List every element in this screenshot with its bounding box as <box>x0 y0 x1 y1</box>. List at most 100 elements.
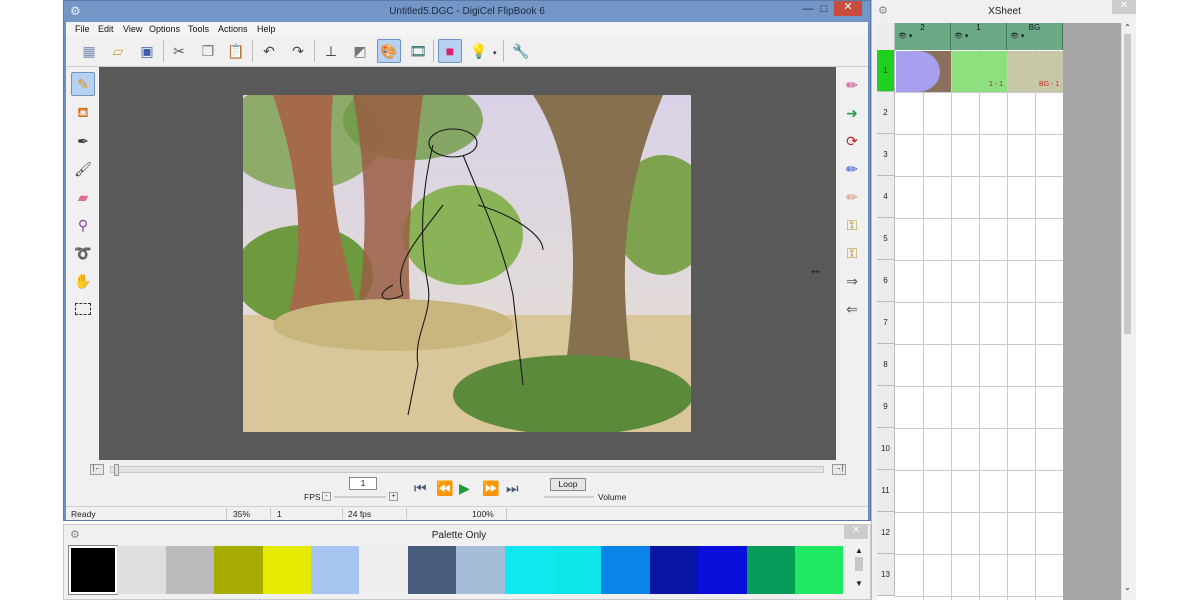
ink-brush-icon[interactable]: ✒ <box>71 129 95 153</box>
key-arrow-left-icon[interactable]: ⇐ <box>840 297 864 321</box>
palette-swatch[interactable] <box>359 546 408 594</box>
palette-swatch[interactable] <box>553 546 602 594</box>
drawing-canvas-area[interactable]: ↔ <box>99 67 836 460</box>
first-frame-icon[interactable]: ⏮ <box>414 480 427 497</box>
stamp-icon[interactable]: ⊥ <box>319 39 343 63</box>
rewind-icon[interactable]: ⏪ <box>436 480 453 497</box>
eye-icon[interactable]: 👁 ▾ <box>1007 32 1062 40</box>
palette-swatch[interactable] <box>746 546 795 594</box>
timeline-slider[interactable] <box>110 464 824 476</box>
film-icon[interactable]: 🎞 <box>406 39 430 63</box>
xsheet-close-button[interactable]: ✕ <box>1112 0 1136 14</box>
palette-swatch[interactable] <box>456 546 505 594</box>
menu-actions[interactable]: Actions <box>218 24 248 34</box>
dropdown-arrow-icon[interactable]: ▾ <box>493 49 497 57</box>
loop-button[interactable]: Loop <box>550 478 586 491</box>
palette-swatch[interactable] <box>311 546 360 594</box>
cell-bg-frame1[interactable]: BG - 1 <box>1008 51 1063 92</box>
row-number[interactable]: 12 <box>877 512 895 554</box>
maximize-button[interactable]: □ <box>817 3 831 17</box>
palette-swatch[interactable] <box>795 546 844 594</box>
go-end-button[interactable]: →| <box>832 464 846 475</box>
undo-icon[interactable]: ↶ <box>257 39 281 63</box>
row-number[interactable]: 4 <box>877 176 895 218</box>
hand-icon[interactable]: ✋ <box>71 269 95 293</box>
eraser-swap-icon[interactable]: ✏ <box>840 185 864 209</box>
menu-help[interactable]: Help <box>257 24 276 34</box>
xsheet-grid[interactable]: 2 👁 ▾ 1 👁 ▾ BG 👁 ▾ 1 2 3 4 5 6 7 8 9 10 11 12 13 1 -… <box>877 23 1063 600</box>
menu-edit[interactable]: Edit <box>98 24 114 34</box>
scroll-up-icon[interactable]: ▲ <box>853 546 865 555</box>
column-header-1[interactable]: 1 👁 ▾ <box>951 23 1007 50</box>
xsheet-scrollbar[interactable]: ⌃ ⌄ <box>1121 23 1133 600</box>
cut-icon[interactable]: ✂ <box>167 39 191 63</box>
palette-swatch[interactable] <box>67 545 119 595</box>
volume-slider[interactable] <box>544 496 594 498</box>
row-number[interactable]: 8 <box>877 344 895 386</box>
dropper-icon[interactable]: ⚲ <box>71 213 95 237</box>
cell-col2-frame1[interactable] <box>896 51 951 92</box>
row-number[interactable]: 3 <box>877 134 895 176</box>
lasso-icon[interactable]: ➰ <box>71 241 95 265</box>
last-frame-icon[interactable]: ⏭ <box>506 480 519 497</box>
save-icon[interactable]: ▣ <box>135 39 159 63</box>
title-bar[interactable]: ⚙ Untitled5.DGC - DigiCel FlipBook 6 — □… <box>64 1 870 22</box>
menu-tools[interactable]: Tools <box>188 24 209 34</box>
scroll-down-icon[interactable]: ⌄ <box>1122 583 1133 592</box>
key-remove-icon[interactable]: ⚿ <box>840 213 864 237</box>
xsheet-scroll-thumb[interactable] <box>1124 34 1131 334</box>
paint-bucket-icon[interactable]: ⛾ <box>71 101 95 125</box>
palette-swatch[interactable] <box>407 546 457 594</box>
close-button[interactable]: ✕ <box>834 1 862 16</box>
pencil-icon[interactable]: ✎ <box>71 72 95 96</box>
fps-slider[interactable] <box>334 496 386 498</box>
redo-icon[interactable]: ↷ <box>286 39 310 63</box>
color-card-icon[interactable]: ■ <box>438 39 462 63</box>
wrench-icon[interactable]: 🔧 <box>509 39 533 63</box>
eraser-icon[interactable]: ◩ <box>348 39 372 63</box>
paste-icon[interactable]: 📋 <box>224 39 248 63</box>
row-number[interactable]: 6 <box>877 260 895 302</box>
cell-col1-frame1[interactable]: 1 - 1 <box>952 51 1007 92</box>
paint-swap-icon[interactable]: ⟳ <box>840 129 864 153</box>
fast-forward-icon[interactable]: ⏩ <box>482 480 499 497</box>
open-icon[interactable]: ▱ <box>106 39 130 63</box>
palette-close-button[interactable]: ✕ <box>844 525 868 539</box>
palette-swatch[interactable] <box>649 546 699 594</box>
scroll-up-icon[interactable]: ⌃ <box>1122 23 1133 32</box>
copy-icon[interactable]: ❐ <box>196 39 220 63</box>
go-start-button[interactable]: |← <box>90 464 104 475</box>
paint-palette-icon[interactable]: 🎨 <box>377 39 401 63</box>
key-arrow-right-icon[interactable]: ⇒ <box>840 269 864 293</box>
drawing-canvas[interactable] <box>243 95 691 432</box>
palette-swatch[interactable] <box>214 546 263 594</box>
row-number[interactable]: 10 <box>877 428 895 470</box>
row-number[interactable]: 7 <box>877 302 895 344</box>
palette-swatch[interactable] <box>601 546 650 594</box>
fps-minus-button[interactable]: - <box>322 492 331 501</box>
column-header-bg[interactable]: BG 👁 ▾ <box>1007 23 1063 50</box>
palette-swatch[interactable] <box>117 546 166 594</box>
menu-options[interactable]: Options <box>149 24 180 34</box>
fps-plus-button[interactable]: + <box>389 492 398 501</box>
column-header-2[interactable]: 2 👁 ▾ <box>895 23 951 50</box>
row-number-current[interactable]: 1 <box>877 50 895 92</box>
scroll-down-icon[interactable]: ▼ <box>853 579 865 588</box>
palette-swatch[interactable] <box>165 546 215 594</box>
eye-icon[interactable]: 👁 ▾ <box>895 32 950 40</box>
row-number[interactable]: 2 <box>877 92 895 134</box>
row-number[interactable]: 11 <box>877 470 895 512</box>
pencil-cap-icon[interactable]: ✏ <box>840 73 864 97</box>
menu-view[interactable]: View <box>123 24 142 34</box>
eye-icon[interactable]: 👁 ▾ <box>951 32 1006 40</box>
brush-icon[interactable]: 🖌 <box>71 157 95 181</box>
timeline-thumb[interactable] <box>114 464 119 476</box>
lightbulb-icon[interactable]: 💡 <box>467 39 491 63</box>
palette-scroll-thumb[interactable] <box>855 557 863 571</box>
menu-file[interactable]: File <box>75 24 90 34</box>
new-scene-icon[interactable]: ▦ <box>77 39 101 63</box>
palette-swatch[interactable] <box>504 546 553 594</box>
palette-swatch[interactable] <box>698 546 747 594</box>
palette-scrollbar[interactable]: ▲ ▼ <box>853 546 865 596</box>
selection-rect-icon[interactable] <box>71 297 95 321</box>
